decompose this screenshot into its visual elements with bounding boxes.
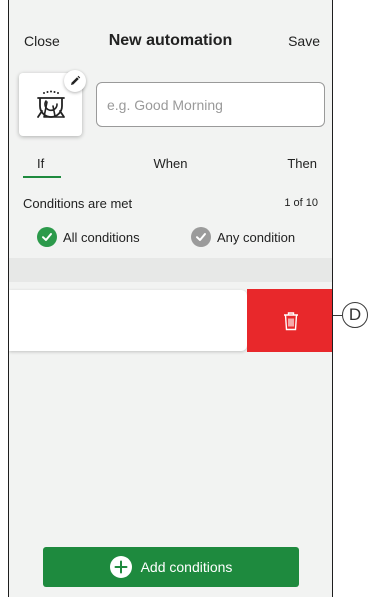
callout-leader-line xyxy=(333,315,342,316)
condition-card[interactable] xyxy=(9,290,247,351)
add-conditions-button[interactable]: Add conditions xyxy=(43,547,299,587)
edit-icon-button[interactable] xyxy=(64,70,86,92)
close-button[interactable]: Close xyxy=(24,33,60,49)
checkmark-selected-icon xyxy=(37,227,57,247)
tab-when[interactable]: When xyxy=(9,156,332,171)
active-tab-indicator xyxy=(23,176,61,178)
save-button[interactable]: Save xyxy=(288,33,320,49)
tab-bar: If When Then xyxy=(9,150,332,180)
delete-button[interactable] xyxy=(247,289,332,352)
all-conditions-label: All conditions xyxy=(63,229,140,245)
pencil-icon xyxy=(71,75,81,85)
top-bar: Close New automation Save xyxy=(9,0,332,60)
plus-icon xyxy=(109,556,132,578)
trash-icon xyxy=(283,311,298,330)
add-conditions-label: Add conditions xyxy=(140,559,233,575)
conditions-heading: Conditions are met xyxy=(23,196,133,211)
tab-then[interactable]: Then xyxy=(287,156,317,171)
any-condition-option[interactable]: Any condition xyxy=(191,227,295,247)
section-divider xyxy=(9,258,332,282)
all-conditions-option[interactable]: All conditions xyxy=(37,227,140,247)
callout-marker: D xyxy=(333,302,368,334)
checkmark-unselected-icon xyxy=(191,227,211,247)
conditions-count: 1 of 10 xyxy=(284,197,318,209)
automation-name-input[interactable] xyxy=(96,82,325,127)
dishwasher-icon xyxy=(36,90,65,118)
phone-screen: Close New automation Save If When Then C… xyxy=(8,0,333,597)
any-condition-label: Any condition xyxy=(217,229,296,245)
callout-letter: D xyxy=(342,302,368,328)
